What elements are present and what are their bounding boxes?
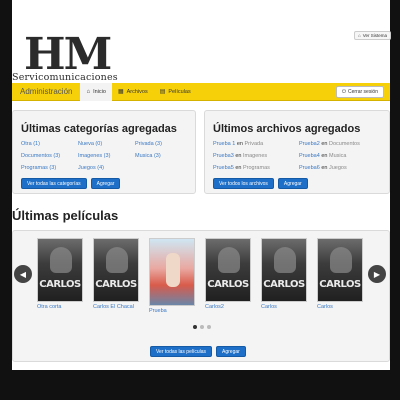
movie-caption[interactable]: Carlos2 bbox=[205, 304, 251, 310]
files-actions: Ver todos los archivos Agregar bbox=[213, 178, 308, 189]
view-all-files-button[interactable]: Ver todos los archivos bbox=[213, 178, 274, 189]
movies-actions: Ver todas las películas Agregar bbox=[150, 346, 246, 357]
chevron-right-icon: ▶ bbox=[373, 269, 381, 279]
movie-card[interactable]: CARLOS Carlos El Chacal bbox=[93, 238, 139, 310]
add-file-button[interactable]: Agregar bbox=[277, 178, 308, 189]
nav-item-inicio[interactable]: ⌂ Inicio bbox=[80, 82, 112, 101]
category-link[interactable]: Nueva (0) bbox=[78, 141, 110, 148]
movie-caption[interactable]: Carlos El Chacal bbox=[93, 304, 139, 310]
category-link[interactable]: Musica (3) bbox=[135, 153, 162, 160]
power-icon: ⏻ bbox=[342, 88, 346, 95]
files-col-2: Prueba2 en Documentos Prueba4 en Musica … bbox=[299, 141, 360, 172]
navbar-brand[interactable]: Administración bbox=[12, 87, 80, 96]
category-link[interactable]: Privada (3) bbox=[135, 141, 162, 148]
movie-poster[interactable]: CARLOS bbox=[261, 238, 307, 302]
right-frame bbox=[390, 0, 400, 400]
logout-button[interactable]: ⏻ Cerrar sesión bbox=[336, 85, 384, 98]
file-link[interactable]: Prueba2 en Documentos bbox=[299, 141, 360, 148]
category-link[interactable]: Documentos (3) bbox=[21, 153, 60, 160]
carousel-dot[interactable] bbox=[193, 325, 197, 329]
carousel-prev-button[interactable]: ◀ bbox=[14, 265, 32, 283]
category-link[interactable]: Imagenes (3) bbox=[78, 153, 110, 160]
movie-caption[interactable]: Carlos bbox=[261, 304, 307, 310]
movie-card[interactable]: CARLOS Carlos bbox=[317, 238, 363, 310]
logo: HM Servicomunicaciones bbox=[12, 32, 122, 88]
categories-actions: Ver todas las categorías Agregar bbox=[21, 178, 121, 189]
nav-item-peliculas[interactable]: ▤ Películas bbox=[154, 83, 197, 101]
movie-poster[interactable]: CARLOS bbox=[37, 238, 83, 302]
category-link[interactable]: Programas (3) bbox=[21, 165, 60, 172]
file-link[interactable]: Prueba 1 en Privada bbox=[213, 141, 270, 148]
movie-poster[interactable]: CARLOS bbox=[317, 238, 363, 302]
grid-icon: ▦ bbox=[117, 89, 124, 95]
category-link[interactable]: Otra (1) bbox=[21, 141, 60, 148]
movie-caption[interactable]: Prueba bbox=[149, 308, 195, 314]
file-link[interactable]: Prueba6 en Juegos bbox=[299, 165, 360, 172]
movie-card[interactable]: Prueba bbox=[149, 238, 195, 314]
film-icon: ▤ bbox=[159, 89, 166, 95]
movies-title: Últimas películas bbox=[12, 208, 119, 223]
left-frame bbox=[0, 0, 12, 400]
carousel-indicators bbox=[193, 325, 211, 329]
add-category-button[interactable]: Agregar bbox=[90, 178, 121, 189]
view-all-movies-button[interactable]: Ver todas las películas bbox=[150, 346, 213, 357]
navbar: Administración ⌂ Inicio ▦ Archivos ▤ Pel… bbox=[12, 82, 390, 101]
movie-caption[interactable]: Otra corta bbox=[37, 304, 83, 310]
files-col-1: Prueba 1 en Privada Prueba3 en Imagenes … bbox=[213, 141, 270, 172]
movie-card[interactable]: CARLOS Carlos bbox=[261, 238, 307, 310]
movie-poster[interactable]: CARLOS bbox=[93, 238, 139, 302]
home-icon: ⌂ bbox=[86, 88, 91, 95]
movie-poster[interactable]: CARLOS bbox=[205, 238, 251, 302]
file-link[interactable]: Prueba3 en Imagenes bbox=[213, 153, 270, 160]
view-system-button[interactable]: ⌂ Ver Sistema bbox=[354, 31, 391, 40]
home-icon: ⌂ bbox=[358, 33, 361, 38]
categories-title: Últimas categorías agregadas bbox=[21, 123, 177, 135]
add-movie-button[interactable]: Agregar bbox=[216, 346, 246, 357]
files-panel: Últimos archivos agregados Prueba 1 en P… bbox=[204, 110, 390, 194]
movie-poster[interactable] bbox=[149, 238, 195, 306]
file-link[interactable]: Prueba5 en Programas bbox=[213, 165, 270, 172]
carousel-next-button[interactable]: ▶ bbox=[368, 265, 386, 283]
movie-card[interactable]: CARLOS Otra corta bbox=[37, 238, 83, 310]
categories-panel: Últimas categorías agregadas Otra (1) Do… bbox=[12, 110, 196, 194]
file-link[interactable]: Prueba4 en Musica bbox=[299, 153, 360, 160]
files-title: Últimos archivos agregados bbox=[213, 123, 361, 135]
categories-col-2: Nueva (0) Imagenes (3) Juegos (4) bbox=[78, 141, 110, 172]
categories-col-1: Otra (1) Documentos (3) Programas (3) bbox=[21, 141, 60, 172]
chevron-left-icon: ◀ bbox=[19, 269, 27, 279]
logo-subtitle: Servicomunicaciones bbox=[12, 72, 118, 83]
movie-card[interactable]: CARLOS Carlos2 bbox=[205, 238, 251, 310]
nav-item-archivos[interactable]: ▦ Archivos bbox=[112, 83, 154, 101]
view-all-categories-button[interactable]: Ver todas las categorías bbox=[21, 178, 87, 189]
carousel-dot[interactable] bbox=[207, 325, 211, 329]
categories-col-3: Privada (3) Musica (3) bbox=[135, 141, 162, 160]
movie-caption[interactable]: Carlos bbox=[317, 304, 363, 310]
bottom-frame bbox=[0, 370, 400, 400]
carousel-dot[interactable] bbox=[200, 325, 204, 329]
category-link[interactable]: Juegos (4) bbox=[78, 165, 110, 172]
